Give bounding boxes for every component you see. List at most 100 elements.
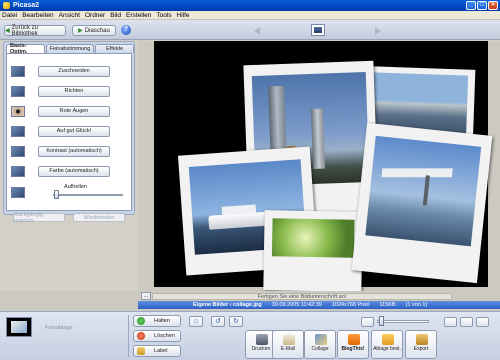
delete-label: Löschen bbox=[154, 333, 175, 339]
auto-color-icon bbox=[11, 165, 25, 177]
auto-contrast-button[interactable]: Kontrast (automatisch) bbox=[38, 145, 110, 157]
image-info-bar: Eigene Bilder › collage.jpg 30.09.2005 1… bbox=[138, 301, 500, 309]
basic-fixes-body: Zuschneiden Richten Rote Augen Auf gut G… bbox=[6, 53, 132, 224]
order-prints-button[interactable]: Ablage best. bbox=[371, 330, 403, 359]
single-view-icon[interactable] bbox=[444, 317, 457, 327]
hold-label: Halten bbox=[154, 318, 170, 324]
blogthis-button[interactable]: BlogThis! bbox=[337, 330, 369, 359]
tab-effects[interactable]: Effekte bbox=[95, 44, 134, 53]
order-prints-label: Ablage best. bbox=[373, 346, 401, 352]
image-dimensions: 1024x768 Pixel bbox=[331, 302, 370, 308]
menu-datei[interactable]: Datei bbox=[2, 12, 17, 19]
auto-contrast-icon bbox=[11, 145, 25, 157]
star-button[interactable]: ☆ bbox=[189, 316, 203, 327]
fill-light-icon bbox=[11, 187, 25, 198]
fill-light-label: Aufhellen bbox=[64, 184, 87, 190]
export-folder-icon bbox=[416, 334, 428, 345]
redo-button[interactable]: Wiederholen bbox=[73, 213, 125, 222]
close-button[interactable]: × bbox=[488, 1, 498, 10]
rotate-left-button[interactable]: ↺ bbox=[211, 316, 225, 327]
straighten-icon bbox=[11, 85, 25, 97]
window-title: Picasa2 bbox=[13, 2, 40, 9]
tab-tuning[interactable]: Feinabstimmung bbox=[45, 44, 95, 53]
rotate-right-button[interactable]: ↻ bbox=[229, 316, 243, 327]
preview-area bbox=[138, 41, 500, 292]
tag-icon bbox=[137, 347, 145, 355]
tab-basic-fixes[interactable]: Basis-Optim. bbox=[6, 43, 45, 55]
red-eye-button[interactable]: Rote Augen bbox=[38, 105, 110, 117]
menu-bearbeiten[interactable]: Bearbeiten bbox=[22, 12, 53, 19]
hold-button[interactable]: Halten bbox=[133, 315, 181, 327]
menu-erstellen[interactable]: Erstellen bbox=[126, 12, 151, 19]
export-label: Export bbox=[413, 346, 429, 352]
menu-ansicht[interactable]: Ansicht bbox=[59, 12, 80, 19]
image-date: 30.09.2005 11:42:39 bbox=[271, 302, 322, 308]
next-arrow-icon[interactable] bbox=[375, 27, 381, 35]
green-pin-icon bbox=[137, 317, 145, 325]
menu-ordner[interactable]: Ordner bbox=[85, 12, 105, 19]
fix-row-color: Farbe (automatisch) bbox=[11, 164, 131, 178]
email-button[interactable]: E-Mail bbox=[272, 330, 304, 359]
window-controls: _ □ × bbox=[466, 1, 498, 10]
fix-row-lucky: Auf gut Glück! bbox=[11, 124, 131, 138]
back-to-library-button[interactable]: ◀ Zurück zu Bibliothek bbox=[4, 24, 66, 37]
edit-panel: Basis-Optim. Feinabstimmung Effekte Zusc… bbox=[3, 41, 135, 224]
auto-color-button[interactable]: Farbe (automatisch) bbox=[38, 165, 110, 177]
menu-hilfe[interactable]: Hilfe bbox=[177, 12, 190, 19]
label-label: Label bbox=[154, 348, 168, 354]
delete-button[interactable]: Löschen bbox=[133, 330, 181, 342]
crop-button[interactable]: Zuschneiden bbox=[38, 65, 110, 77]
maximize-button[interactable]: □ bbox=[477, 1, 487, 10]
photo-tray: Fotoablage Halten Löschen Label ☆ ↺ ↻ Dr… bbox=[0, 311, 500, 360]
printer-icon bbox=[256, 334, 268, 345]
zoom-slider-track[interactable] bbox=[377, 320, 429, 323]
tray-divider bbox=[128, 315, 129, 357]
envelope-icon bbox=[283, 334, 295, 345]
toolbar: ◀ Zurück zu Bibliothek ▶ Diaschau ? bbox=[0, 20, 500, 40]
picasa-app-icon bbox=[3, 2, 10, 9]
collage-icon bbox=[315, 334, 327, 345]
red-eye-icon bbox=[11, 105, 25, 117]
caption-bar: ... Fertigen Sie eine Bildunterschrift a… bbox=[0, 291, 500, 311]
email-label: E-Mail bbox=[280, 346, 296, 352]
previous-arrow-icon[interactable] bbox=[254, 27, 260, 35]
minimize-button[interactable]: _ bbox=[466, 1, 476, 10]
caption-input[interactable]: Fertigen Sie eine Bildunterschrift an! bbox=[152, 293, 452, 300]
export-button[interactable]: Export bbox=[405, 330, 437, 359]
image-size: 115KB bbox=[379, 302, 396, 308]
fill-light-track[interactable] bbox=[53, 194, 123, 196]
blogger-icon bbox=[348, 334, 360, 345]
edit-tabs: Basis-Optim. Feinabstimmung Effekte bbox=[6, 43, 134, 55]
collage-image[interactable] bbox=[154, 41, 493, 292]
blogthis-label: BlogThis! bbox=[341, 346, 365, 352]
label-button[interactable]: Label bbox=[133, 345, 181, 357]
play-icon: ▶ bbox=[78, 28, 83, 34]
collage-button[interactable]: Collage bbox=[304, 330, 336, 359]
split-view-icon[interactable] bbox=[460, 317, 473, 327]
straighten-button[interactable]: Richten bbox=[38, 85, 110, 97]
caption-toggle[interactable]: ... bbox=[141, 292, 151, 300]
current-thumbnail[interactable] bbox=[311, 24, 325, 36]
crop-icon bbox=[11, 65, 25, 77]
im-feeling-lucky-button[interactable]: Auf gut Glück! bbox=[38, 125, 110, 137]
im-feeling-lucky-icon bbox=[11, 125, 25, 137]
fix-row-redeye: Rote Augen bbox=[11, 104, 131, 118]
slideshow-button[interactable]: ▶ Diaschau bbox=[72, 25, 116, 36]
title-bar: Picasa2 _ □ × bbox=[0, 0, 500, 11]
zoom-slider[interactable] bbox=[379, 316, 384, 326]
image-path: Eigene Bilder › collage.jpg bbox=[193, 302, 262, 308]
fill-light-slider[interactable] bbox=[54, 190, 59, 199]
zoom-out-icon[interactable] bbox=[361, 317, 374, 327]
menu-bild[interactable]: Bild bbox=[110, 12, 121, 19]
fix-row-straighten: Richten bbox=[11, 84, 131, 98]
menu-tools[interactable]: Tools bbox=[156, 12, 171, 19]
red-x-icon bbox=[137, 332, 145, 340]
tray-thumbnail[interactable] bbox=[6, 317, 32, 337]
back-to-library-label: Zurück zu Bibliothek bbox=[11, 24, 38, 37]
fullscreen-view-icon[interactable] bbox=[476, 317, 489, 327]
collage-photo-pergola bbox=[351, 122, 493, 284]
undo-button[interactable]: Rückgängig machen bbox=[13, 212, 65, 224]
image-position: (1 von 1) bbox=[405, 302, 428, 308]
fix-row-crop: Zuschneiden bbox=[11, 64, 131, 78]
help-button[interactable]: ? bbox=[121, 25, 131, 35]
